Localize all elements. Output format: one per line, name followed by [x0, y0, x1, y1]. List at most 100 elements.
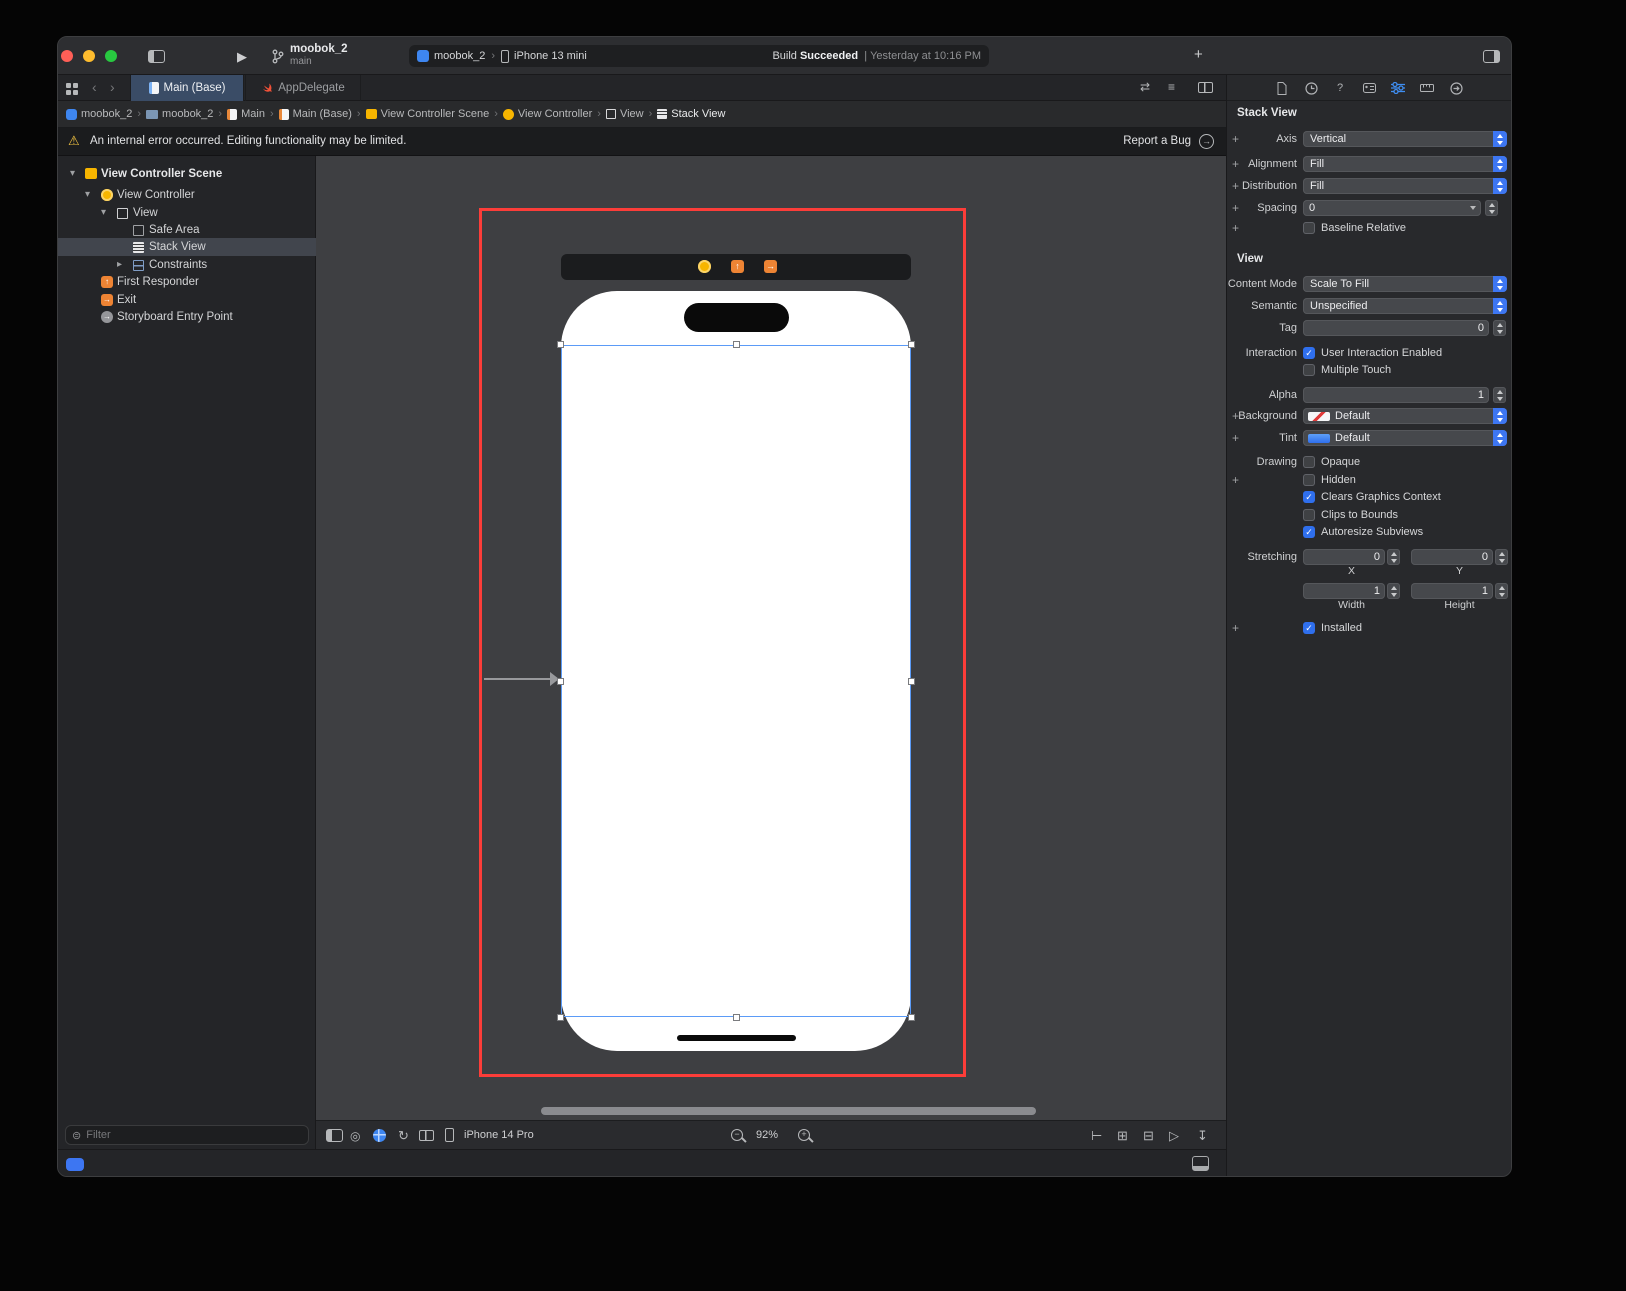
activity-status-view[interactable]: moobok_2 › iPhone 13 mini Build Succeede…: [409, 45, 989, 67]
exit-icon[interactable]: →: [764, 260, 777, 273]
breadcrumb-stack-view[interactable]: Stack View: [657, 108, 726, 120]
content-mode-popup[interactable]: Scale To Fill: [1303, 276, 1507, 292]
breadcrumb-main-base[interactable]: Main (Base): [278, 108, 352, 120]
outline-item-exit[interactable]: → Exit: [58, 291, 316, 309]
hidden-checkbox[interactable]: [1303, 474, 1315, 486]
spacing-field[interactable]: 0: [1303, 200, 1481, 216]
device-name[interactable]: iPhone 14 Pro: [464, 1121, 534, 1149]
axis-popup[interactable]: Vertical: [1303, 131, 1507, 147]
adjust-editor-icon[interactable]: ≡: [1168, 80, 1175, 94]
orientation-icon[interactable]: ↻: [398, 1128, 409, 1144]
breadcrumb-project[interactable]: moobok_2: [66, 108, 132, 120]
size-inspector-icon[interactable]: [1419, 81, 1435, 95]
resize-handle-top-center[interactable]: [733, 341, 740, 348]
update-frames-icon[interactable]: ↧: [1197, 1128, 1208, 1144]
alpha-stepper[interactable]: [1493, 387, 1506, 403]
disclosure-icon[interactable]: ▾: [70, 165, 75, 183]
resize-handle-bottom-right[interactable]: [908, 1014, 915, 1021]
outline-item-safe-area[interactable]: Safe Area: [58, 221, 316, 239]
spacing-stepper[interactable]: [1485, 200, 1498, 216]
resize-handle-middle-left[interactable]: [557, 678, 564, 685]
storyboard-canvas[interactable]: ↑ → ◎ ↻ iPhone 14 Pro − 92% + ⊢ ⊞ ⊟ ▷ ↧: [316, 156, 1226, 1149]
horizontal-scrollbar[interactable]: [541, 1107, 1036, 1115]
align-constraints-icon[interactable]: ⊢: [1091, 1128, 1102, 1144]
disclosure-icon[interactable]: ▾: [85, 186, 90, 204]
variants-icon[interactable]: [419, 1130, 434, 1141]
toggle-inspector-icon[interactable]: [1483, 50, 1500, 63]
outline-item-entry-point[interactable]: → Storyboard Entry Point: [58, 308, 316, 326]
add-attribute-icon[interactable]: +: [1232, 471, 1239, 489]
stretch-width-field[interactable]: 1: [1303, 583, 1385, 599]
installed-checkbox[interactable]: ✓: [1303, 622, 1315, 634]
pin-constraints-icon[interactable]: ⊞: [1117, 1128, 1128, 1144]
report-bug-link[interactable]: Report a Bug: [1123, 135, 1191, 147]
scheme-selector[interactable]: moobok_2 main: [290, 43, 348, 68]
tint-popup[interactable]: Default: [1303, 430, 1507, 446]
disclosure-icon[interactable]: ▾: [101, 204, 106, 222]
alpha-field[interactable]: 1: [1303, 387, 1489, 403]
view-controller-scene[interactable]: [557, 291, 915, 1051]
autoresize-checkbox[interactable]: ✓: [1303, 526, 1315, 538]
report-bug-arrow-icon[interactable]: →: [1199, 134, 1214, 149]
tab-appdelegate[interactable]: AppDelegate: [245, 75, 361, 101]
outline-item-first-responder[interactable]: ↑ First Responder: [58, 273, 316, 291]
resize-handle-top-left[interactable]: [557, 341, 564, 348]
clears-graphics-checkbox[interactable]: ✓: [1303, 491, 1315, 503]
stretch-height-stepper[interactable]: [1495, 583, 1508, 599]
multiple-touch-checkbox[interactable]: [1303, 364, 1315, 376]
forward-button[interactable]: ›: [110, 79, 115, 95]
disclosure-icon[interactable]: ▸: [117, 256, 122, 274]
connections-inspector-icon[interactable]: [1448, 81, 1464, 95]
related-items-icon[interactable]: [66, 83, 71, 88]
zoom-level[interactable]: 92%: [756, 1121, 778, 1149]
breadcrumb-view[interactable]: View: [605, 108, 644, 120]
user-interaction-checkbox[interactable]: ✓: [1303, 347, 1315, 359]
tag-field[interactable]: 0: [1303, 320, 1489, 336]
stretch-y-field[interactable]: 0: [1411, 549, 1493, 565]
add-button[interactable]: +: [1194, 46, 1203, 63]
identity-inspector-icon[interactable]: [1361, 81, 1377, 95]
history-inspector-icon[interactable]: [1303, 81, 1319, 95]
resize-handle-top-right[interactable]: [908, 341, 915, 348]
embed-icon[interactable]: ⊟: [1143, 1128, 1154, 1144]
distribution-popup[interactable]: Fill: [1303, 178, 1507, 194]
fullscreen-button[interactable]: [105, 50, 117, 62]
resize-handle-bottom-left[interactable]: [557, 1014, 564, 1021]
back-button[interactable]: ‹: [92, 79, 97, 95]
toggle-outline-icon[interactable]: [326, 1129, 343, 1142]
breadcrumb-group[interactable]: moobok_2: [146, 108, 213, 120]
run-destination[interactable]: iPhone 13 mini: [514, 50, 587, 62]
outline-filter-field[interactable]: ⊜: [65, 1125, 309, 1145]
toggle-navigator-icon[interactable]: [148, 50, 165, 63]
zoom-in-icon[interactable]: +: [798, 1129, 810, 1141]
resize-handle-middle-right[interactable]: [908, 678, 915, 685]
localization-globe-icon[interactable]: [373, 1129, 386, 1142]
code-review-icon[interactable]: ⇄: [1140, 80, 1150, 94]
attributes-inspector-icon[interactable]: [1390, 81, 1406, 95]
quick-help-inspector-icon[interactable]: ?: [1332, 81, 1348, 95]
outline-item-stack-view[interactable]: Stack View: [58, 238, 316, 256]
filter-input[interactable]: [86, 1129, 302, 1141]
semantic-popup[interactable]: Unspecified: [1303, 298, 1507, 314]
view-controller-icon[interactable]: [698, 260, 711, 273]
breadcrumb-scene[interactable]: View Controller Scene: [365, 108, 489, 120]
clips-to-bounds-checkbox[interactable]: [1303, 509, 1315, 521]
first-responder-icon[interactable]: ↑: [731, 260, 744, 273]
outline-item-view[interactable]: ▾ View: [58, 204, 316, 222]
stretch-width-stepper[interactable]: [1387, 583, 1400, 599]
outline-item-view-controller[interactable]: ▾ View Controller: [58, 186, 316, 204]
outline-item-view-controller-scene[interactable]: ▾ View Controller Scene: [58, 165, 316, 183]
device-bezels-icon[interactable]: ◎: [350, 1129, 360, 1143]
stretch-x-stepper[interactable]: [1387, 549, 1400, 565]
zoom-out-icon[interactable]: −: [731, 1129, 743, 1141]
stretch-height-field[interactable]: 1: [1411, 583, 1493, 599]
file-inspector-icon[interactable]: [1274, 81, 1290, 95]
background-popup[interactable]: Default: [1303, 408, 1507, 424]
breadcrumb-view-controller[interactable]: View Controller: [502, 108, 592, 120]
resize-handle-bottom-center[interactable]: [733, 1014, 740, 1021]
minimize-button[interactable]: [83, 50, 95, 62]
breakpoint-toggle-button[interactable]: [66, 1158, 84, 1171]
breadcrumb-main[interactable]: Main: [227, 108, 265, 120]
tag-stepper[interactable]: [1493, 320, 1506, 336]
run-button[interactable]: ▶: [237, 49, 247, 65]
